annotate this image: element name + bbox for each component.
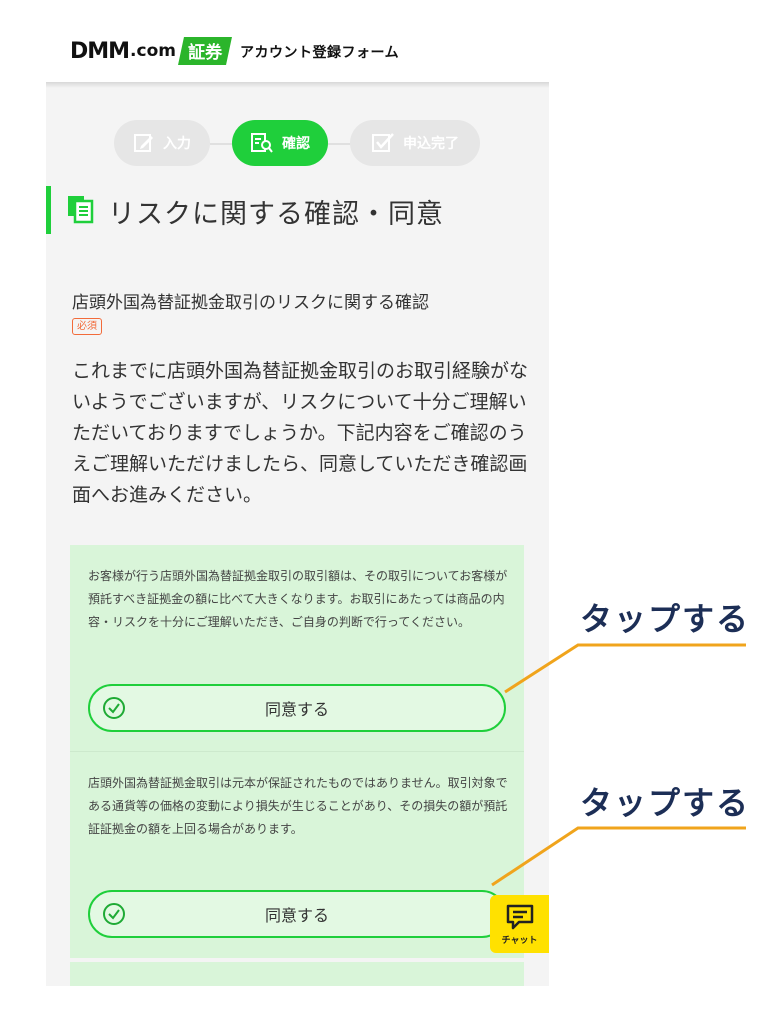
- step-input: 入力: [114, 120, 210, 166]
- documents-icon: [68, 196, 94, 224]
- risk-item-3-partial: [70, 962, 524, 986]
- logo-dmm-text: DMM: [70, 38, 130, 64]
- agree-button-2[interactable]: 同意する: [88, 890, 506, 938]
- edit-icon: [134, 134, 153, 152]
- risk-item-text: 店頭外国為替証拠金取引は元本が保証されたものではありません。取引対象である通貨等…: [88, 776, 508, 836]
- question-title: 店頭外国為替証拠金取引のリスクに関する確認: [72, 293, 429, 313]
- risk-item-text: お客様が行う店頭外国為替証拠金取引の取引額は、その取引についてお客様が預託すべき…: [88, 569, 508, 629]
- section-title: リスクに関する確認・同意: [108, 199, 444, 230]
- required-badge: 必須: [72, 318, 102, 335]
- checkbox-icon: [372, 133, 394, 152]
- risk-item-2: 店頭外国為替証拠金取引は元本が保証されたものではありません。取引対象である通貨等…: [70, 751, 524, 958]
- chat-bubble-icon: [506, 904, 533, 929]
- chat-button[interactable]: チャット: [490, 895, 549, 953]
- check-circle-icon: [103, 903, 125, 925]
- tap-annotation-2: タップする: [580, 784, 751, 822]
- step-label: 申込完了: [403, 136, 459, 152]
- risk-item-1: お客様が行う店頭外国為替証拠金取引の取引額は、その取引についてお客様が預託すべき…: [70, 545, 524, 751]
- agree-button-label: 同意する: [264, 906, 329, 925]
- step-label: 確認: [282, 136, 310, 152]
- tap-annotation-1: タップする: [580, 600, 751, 638]
- logo-badge-text: 証券: [188, 43, 223, 63]
- step-label: 入力: [163, 136, 191, 152]
- progress-stepper: 入力 確認 申込完了: [114, 120, 484, 168]
- search-document-icon: [251, 133, 273, 153]
- section-accent-bar: [46, 186, 51, 234]
- header: DMM .com 証券 アカウント登録フォーム: [0, 0, 780, 82]
- page-header-title: アカウント登録フォーム: [240, 45, 400, 61]
- form-panel: 入力 確認 申込完了 リスクに関する確認・同意 店頭外国為替証拠金取引のリスクに…: [46, 82, 549, 986]
- dmm-securities-logo[interactable]: DMM .com 証券: [70, 36, 232, 66]
- chat-label: チャット: [501, 935, 538, 946]
- logo-badge: 証券: [178, 37, 232, 65]
- check-circle-icon: [103, 697, 125, 719]
- question-intro: これまでに店頭外国為替証拠金取引のお取引経験がないようでございますが、リスクにつ…: [72, 360, 529, 506]
- header-shadow: [46, 82, 549, 88]
- logo-com-text: .com: [130, 41, 176, 61]
- agree-button-1[interactable]: 同意する: [88, 684, 506, 732]
- agree-button-label: 同意する: [264, 700, 329, 719]
- step-complete: 申込完了: [350, 120, 480, 166]
- step-confirm: 確認: [232, 120, 328, 166]
